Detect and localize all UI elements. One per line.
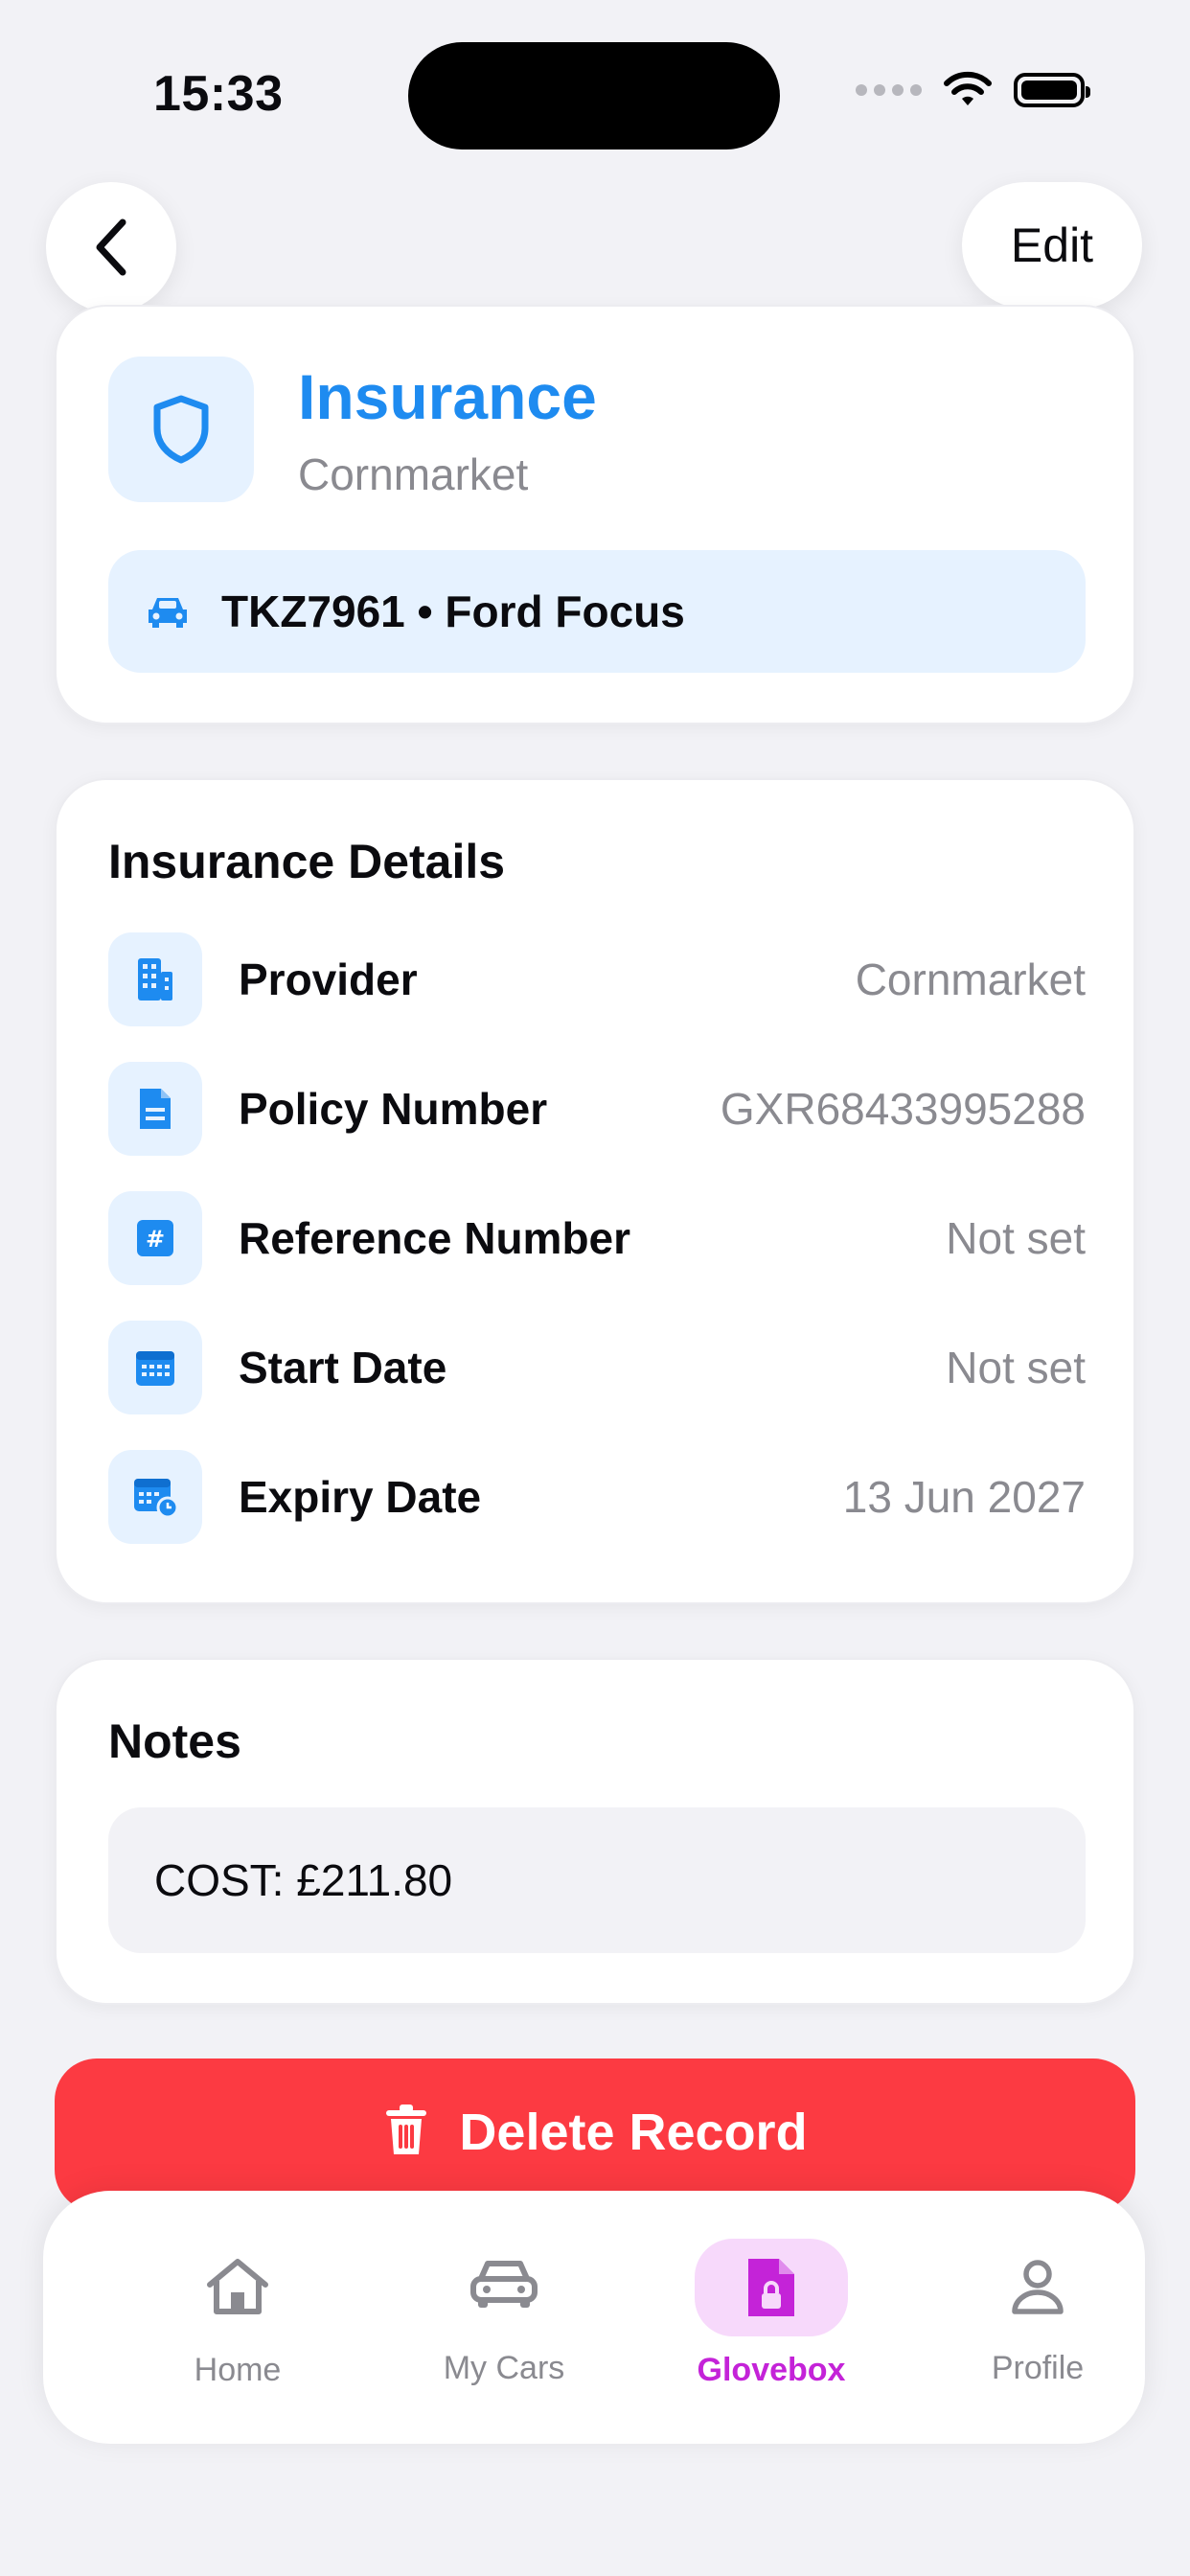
detail-row-start-date: Start Date Not set	[108, 1320, 1086, 1415]
car-icon	[145, 592, 191, 631]
notes-card: Notes COST: £211.80	[55, 1658, 1135, 2005]
record-header-card: Insurance Cornmarket TKZ7961 • Ford Focu…	[55, 305, 1135, 724]
record-type-icon-box	[108, 356, 254, 502]
vehicle-chip[interactable]: TKZ7961 • Ford Focus	[108, 550, 1086, 673]
detail-label: Policy Number	[239, 1084, 548, 1134]
status-time: 15:33	[153, 66, 284, 122]
hash-icon: #	[108, 1191, 202, 1285]
calendar-clock-icon	[108, 1450, 202, 1544]
detail-label: Provider	[239, 954, 418, 1004]
person-icon	[1009, 2258, 1066, 2315]
status-indicators	[856, 71, 1090, 109]
chevron-left-icon	[96, 218, 126, 276]
detail-label: Reference Number	[239, 1213, 631, 1263]
calendar-icon	[108, 1321, 202, 1414]
back-button[interactable]	[46, 182, 176, 312]
detail-row-provider: Provider Cornmarket	[108, 932, 1086, 1027]
details-section-title: Insurance Details	[108, 835, 506, 888]
notes-section-title: Notes	[108, 1714, 241, 1768]
dynamic-island	[408, 42, 780, 150]
delete-record-label: Delete Record	[459, 2104, 808, 2161]
edit-button[interactable]: Edit	[962, 182, 1142, 309]
shield-icon	[153, 395, 209, 464]
detail-row-policy-number: Policy Number GXR68433995288	[108, 1061, 1086, 1157]
notes-text: COST: £211.80	[154, 1855, 453, 1905]
detail-value: Not set	[946, 1213, 1086, 1263]
tab-my-cars-label: My Cars	[443, 2350, 565, 2386]
detail-value: 13 Jun 2027	[842, 1472, 1086, 1522]
tab-bar: Home My Cars Glovebox Profile	[43, 2191, 1145, 2444]
record-provider-subtitle: Cornmarket	[298, 449, 529, 499]
detail-value: GXR68433995288	[720, 1084, 1086, 1134]
notes-content: COST: £211.80	[108, 1807, 1086, 1953]
wifi-icon	[944, 71, 992, 105]
tab-profile-label: Profile	[991, 2350, 1085, 2386]
tab-my-cars[interactable]: My Cars	[379, 2191, 629, 2444]
tab-home[interactable]: Home	[113, 2191, 362, 2444]
insurance-details-card: Insurance Details Provider Cornmarket Po…	[55, 778, 1135, 1604]
document-icon	[108, 1062, 202, 1156]
svg-text:#: #	[146, 1226, 165, 1253]
delete-record-button[interactable]: Delete Record	[55, 2058, 1135, 2212]
detail-row-reference-number: # Reference Number Not set	[108, 1190, 1086, 1286]
tab-home-label: Home	[194, 2352, 282, 2388]
trash-icon	[382, 2103, 430, 2158]
detail-row-expiry-date: Expiry Date 13 Jun 2027	[108, 1449, 1086, 1545]
record-title: Insurance	[298, 361, 597, 432]
detail-label: Expiry Date	[239, 1472, 482, 1522]
vehicle-label: TKZ7961 • Ford Focus	[221, 586, 685, 636]
glovebox-doc-lock-icon	[695, 2239, 848, 2336]
detail-value: Not set	[946, 1343, 1086, 1392]
building-icon	[108, 932, 202, 1026]
tab-glovebox[interactable]: Glovebox	[647, 2191, 896, 2444]
car-icon	[469, 2256, 539, 2310]
home-icon	[202, 2256, 273, 2317]
detail-label: Start Date	[239, 1343, 447, 1392]
cellular-signal-icon	[856, 84, 922, 96]
battery-icon	[1014, 73, 1090, 107]
tab-glovebox-label: Glovebox	[697, 2352, 846, 2388]
tab-profile[interactable]: Profile	[913, 2191, 1162, 2444]
detail-value: Cornmarket	[855, 954, 1086, 1004]
